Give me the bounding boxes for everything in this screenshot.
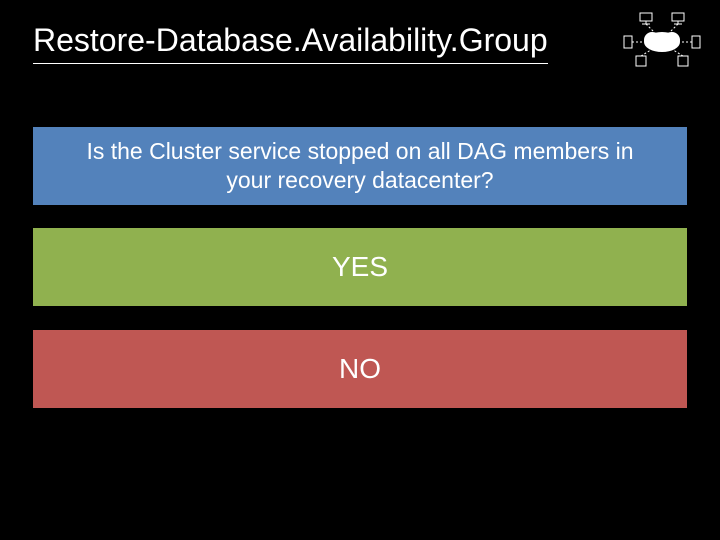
question-panel: Is the Cluster service stopped on all DA… [33, 127, 687, 205]
title-container: Restore-Database.Availability.Group [33, 22, 593, 64]
slide: Restore-Database.Availability.Group [0, 0, 720, 540]
page-title: Restore-Database.Availability.Group [33, 22, 548, 64]
yes-label: YES [332, 251, 388, 283]
network-cloud-icon [622, 10, 702, 70]
yes-button[interactable]: YES [33, 228, 687, 306]
no-label: NO [339, 353, 381, 385]
question-text: Is the Cluster service stopped on all DA… [61, 137, 659, 195]
no-button[interactable]: NO [33, 330, 687, 408]
